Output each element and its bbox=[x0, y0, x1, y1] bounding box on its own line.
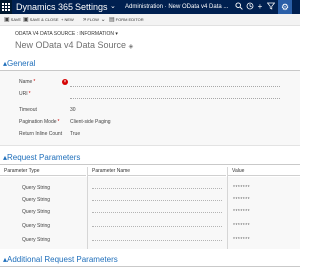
param-type-cell[interactable]: Query String bbox=[22, 196, 50, 204]
save-close-label: SAVE & CLOSE bbox=[29, 17, 59, 22]
column-header-parameter-type[interactable]: Parameter Type bbox=[0, 167, 86, 176]
return-inline-count-select[interactable]: True bbox=[70, 130, 80, 138]
form-kicker-label: ODATA V4 DATA SOURCE : INFORMATION bbox=[15, 31, 114, 37]
field-label-pagination-mode: Pagination Mode* bbox=[19, 118, 59, 126]
field-label-name: Name* bbox=[19, 78, 35, 86]
param-name-cell[interactable] bbox=[92, 226, 222, 227]
section-general-header[interactable]: ▴General bbox=[3, 59, 35, 69]
timeout-input[interactable]: 30 bbox=[70, 106, 76, 114]
command-bar: ▣SAVE ▣SAVE & CLOSE + NEW »FLOW ⌄ ▤FORM … bbox=[0, 14, 300, 26]
field-label-uri: URI* bbox=[19, 90, 31, 98]
section-additional-parameters-header[interactable]: ▴Additional Request Parameters bbox=[3, 255, 118, 265]
chevron-down-icon: ▾ bbox=[115, 31, 118, 37]
new-button[interactable]: + NEW bbox=[61, 14, 74, 26]
record-icon: ◈ bbox=[128, 44, 134, 50]
flow-icon: » bbox=[83, 17, 87, 23]
pagination-mode-select[interactable]: Client-side Paging bbox=[70, 118, 111, 126]
section-divider bbox=[0, 266, 300, 267]
save-close-button[interactable]: ▣SAVE & CLOSE bbox=[23, 14, 59, 26]
section-general-title: General bbox=[7, 59, 36, 68]
param-value-cell[interactable]: ******* bbox=[233, 223, 250, 229]
app-brand[interactable]: Dynamics 365 bbox=[16, 1, 73, 13]
column-divider bbox=[87, 167, 88, 249]
save-label: SAVE bbox=[10, 17, 22, 22]
add-icon[interactable]: + bbox=[255, 2, 265, 12]
form-selector[interactable]: ODATA V4 DATA SOURCE : INFORMATION ▾ bbox=[15, 31, 118, 38]
form-editor-label: FORM EDITOR bbox=[115, 17, 144, 22]
area-switcher[interactable]: Settings bbox=[75, 1, 108, 13]
form-editor-icon: ▤ bbox=[109, 17, 115, 23]
new-label: + NEW bbox=[61, 17, 74, 22]
param-type-cell[interactable]: Query String bbox=[22, 222, 50, 230]
uri-input[interactable] bbox=[70, 98, 280, 99]
field-label-timeout: Timeout bbox=[19, 107, 37, 113]
field-label-return-inline-count: Return Inline Count bbox=[19, 131, 63, 137]
save-icon: ▣ bbox=[4, 17, 10, 23]
column-divider bbox=[227, 167, 228, 249]
flow-label: FLOW bbox=[87, 17, 99, 22]
error-icon: × bbox=[62, 79, 68, 85]
page-title: New OData v4 Data Source ◈ bbox=[15, 39, 133, 53]
form-editor-button[interactable]: ▤FORM EDITOR bbox=[109, 14, 144, 26]
field-label-uri-text: URI bbox=[19, 91, 28, 97]
param-type-cell[interactable]: Query String bbox=[22, 208, 50, 216]
param-name-cell[interactable] bbox=[92, 188, 222, 189]
app-launcher-icon[interactable] bbox=[0, 0, 12, 14]
name-input[interactable] bbox=[70, 86, 280, 87]
param-name-cell[interactable] bbox=[92, 200, 222, 201]
field-label-name-text: Name bbox=[19, 79, 33, 85]
column-header-value[interactable]: Value bbox=[228, 167, 300, 176]
page-title-text: New OData v4 Data Source bbox=[15, 40, 127, 50]
search-icon[interactable] bbox=[234, 2, 244, 12]
column-header-parameter-name[interactable]: Parameter Name bbox=[88, 167, 226, 176]
param-type-cell[interactable]: Query String bbox=[22, 184, 50, 192]
history-icon[interactable] bbox=[245, 2, 255, 12]
section-request-parameters-header[interactable]: ▴Request Parameters bbox=[3, 153, 80, 163]
save-button[interactable]: ▣SAVE bbox=[4, 14, 21, 26]
top-nav-bar: Dynamics 365 Settings ⌄ Administration ·… bbox=[0, 0, 300, 14]
flow-button[interactable]: »FLOW ⌄ bbox=[83, 14, 107, 26]
required-marker: * bbox=[28, 91, 31, 97]
param-type-cell[interactable]: Query String bbox=[22, 236, 50, 244]
section-divider bbox=[0, 164, 300, 165]
breadcrumb[interactable]: Administration · New OData v4 Data ... bbox=[125, 1, 230, 13]
param-name-cell[interactable] bbox=[92, 212, 222, 213]
param-value-cell[interactable]: ******* bbox=[233, 237, 250, 243]
required-marker: * bbox=[33, 79, 36, 85]
param-name-cell[interactable] bbox=[92, 240, 222, 241]
filter-icon[interactable] bbox=[266, 2, 276, 12]
field-label-pagination-text: Pagination Mode bbox=[19, 119, 57, 125]
param-value-cell[interactable]: ******* bbox=[233, 209, 250, 215]
section-additional-title: Additional Request Parameters bbox=[7, 255, 118, 264]
chevron-down-icon: ⌄ bbox=[98, 17, 106, 23]
save-close-icon: ▣ bbox=[23, 17, 29, 23]
settings-icon[interactable]: ⚙ bbox=[278, 0, 292, 14]
chevron-down-icon[interactable]: ⌄ bbox=[110, 2, 116, 12]
param-value-cell[interactable]: ******* bbox=[233, 185, 250, 191]
required-marker: * bbox=[57, 119, 60, 125]
section-request-parameters-title: Request Parameters bbox=[7, 153, 81, 162]
param-value-cell[interactable]: ******* bbox=[233, 197, 250, 203]
